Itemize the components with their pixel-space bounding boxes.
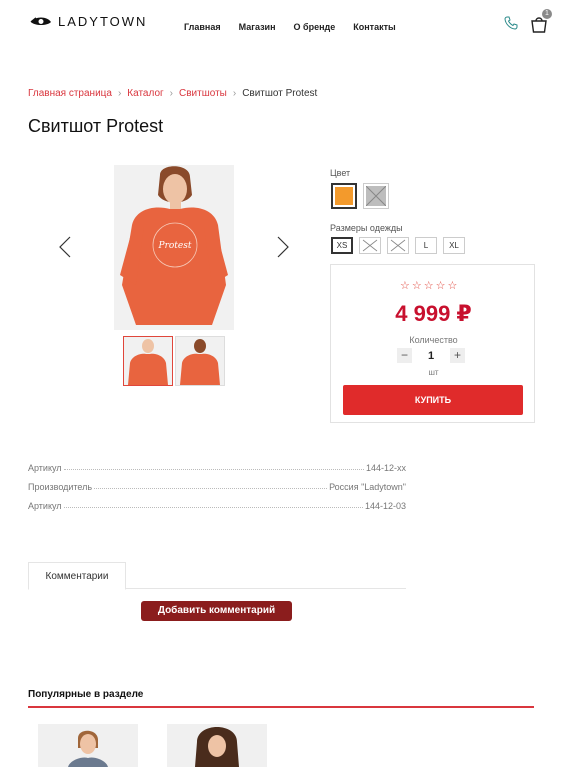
logo[interactable]: LADYTOWN xyxy=(30,14,147,29)
spec-name: Артикул xyxy=(28,463,62,473)
spec-dots xyxy=(94,488,328,489)
logo-text: LADYTOWN xyxy=(58,14,148,29)
spec-name: Артикул xyxy=(28,501,62,511)
nav-contacts[interactable]: Контакты xyxy=(353,22,395,32)
thumbnail-image xyxy=(124,337,172,385)
breadcrumb-sweatshirts[interactable]: Свитшоты xyxy=(179,88,227,99)
unavailable-x-icon xyxy=(390,239,406,252)
spec-value: Россия "Ladytown" xyxy=(329,482,406,492)
popular-product-card[interactable] xyxy=(167,724,267,767)
breadcrumb: Главная страница › Каталог › Свитшоты › … xyxy=(28,88,317,99)
buy-button[interactable]: КУПИТЬ xyxy=(343,385,523,415)
plus-icon[interactable]: + xyxy=(450,348,465,363)
popular-section-title: Популярные в разделе xyxy=(28,689,144,700)
quantity-unit: шт xyxy=(428,368,439,377)
chevron-left-icon[interactable] xyxy=(58,236,72,258)
spec-dots xyxy=(63,507,363,508)
cart-count-badge: 1 xyxy=(542,9,552,19)
swatch-fill xyxy=(335,187,353,205)
product-thumbnail[interactable] xyxy=(175,336,225,386)
chevron-right-icon: › xyxy=(169,88,173,99)
color-swatch-grey-unavailable[interactable] xyxy=(363,183,389,209)
spec-row: Производитель Россия "Ladytown" xyxy=(28,473,406,492)
tab-comments[interactable]: Комментарии xyxy=(28,562,126,590)
main-nav: Главная Магазин О бренде Контакты xyxy=(184,22,396,32)
quantity-label: Количество xyxy=(409,335,458,345)
chevron-right-icon: › xyxy=(232,88,237,99)
quantity-stepper: − 1 + xyxy=(397,348,465,363)
size-option[interactable]: XL xyxy=(443,237,465,254)
star-icon[interactable]: ☆ xyxy=(412,279,422,292)
nav-about[interactable]: О бренде xyxy=(294,22,336,32)
popular-divider xyxy=(28,706,534,708)
spec-dots xyxy=(63,469,364,470)
size-option[interactable]: L xyxy=(415,237,437,254)
unavailable-x-icon xyxy=(365,185,387,207)
color-label: Цвет xyxy=(330,168,351,178)
product-main-image[interactable]: Protest xyxy=(114,165,234,330)
size-label: Размеры одежды xyxy=(330,223,403,233)
minus-icon[interactable]: − xyxy=(397,348,412,363)
size-options: XS L XL xyxy=(331,237,465,254)
product-thumbnail[interactable] xyxy=(123,336,173,386)
product-specs: Артикул 144-12-xx Производитель Россия "… xyxy=(28,454,406,511)
spec-name: Производитель xyxy=(28,482,93,492)
color-swatch-orange[interactable] xyxy=(331,183,357,209)
star-icon[interactable]: ☆ xyxy=(448,279,458,292)
size-option-unavailable[interactable] xyxy=(359,237,381,254)
eye-logo-icon xyxy=(30,16,51,25)
spec-value: 144-12-03 xyxy=(364,501,406,511)
spec-row: Артикул 144-12-03 xyxy=(28,492,406,511)
rating-stars[interactable]: ☆ ☆ ☆ ☆ ☆ xyxy=(400,279,457,292)
star-icon[interactable]: ☆ xyxy=(436,279,446,292)
spec-value: 144-12-xx xyxy=(365,463,406,473)
product-price: 4 999 ₽ xyxy=(395,301,472,326)
nav-home[interactable]: Главная xyxy=(184,22,221,32)
site-header: LADYTOWN Главная Магазин О бренде Контак… xyxy=(0,0,574,56)
phone-icon[interactable] xyxy=(504,16,518,30)
star-icon[interactable]: ☆ xyxy=(424,279,434,292)
page-title: Свитшот Protest xyxy=(28,116,164,136)
quantity-value[interactable]: 1 xyxy=(422,350,440,362)
product-image xyxy=(167,724,267,767)
size-option[interactable]: XS xyxy=(331,237,353,254)
unavailable-x-icon xyxy=(362,239,378,252)
breadcrumb-current: Свитшот Protest xyxy=(242,88,318,99)
breadcrumb-home[interactable]: Главная страница xyxy=(28,88,112,99)
product-image xyxy=(38,724,138,767)
buy-box: ☆ ☆ ☆ ☆ ☆ 4 999 ₽ Количество − 1 + шт КУ… xyxy=(330,264,535,423)
add-comment-button[interactable]: Добавить комментарий xyxy=(141,601,292,621)
popular-product-card[interactable] xyxy=(38,724,138,767)
size-option-unavailable[interactable] xyxy=(387,237,409,254)
breadcrumb-catalog[interactable]: Каталог xyxy=(127,88,163,99)
thumbnail-image xyxy=(176,337,224,385)
spec-row: Артикул 144-12-xx xyxy=(28,454,406,473)
sweatshirt-model-image: Protest xyxy=(114,165,234,330)
nav-shop[interactable]: Магазин xyxy=(239,22,276,32)
chevron-right-icon[interactable] xyxy=(276,236,290,258)
svg-text:Protest: Protest xyxy=(158,241,192,251)
star-icon[interactable]: ☆ xyxy=(400,279,410,292)
chevron-right-icon: › xyxy=(117,88,122,99)
